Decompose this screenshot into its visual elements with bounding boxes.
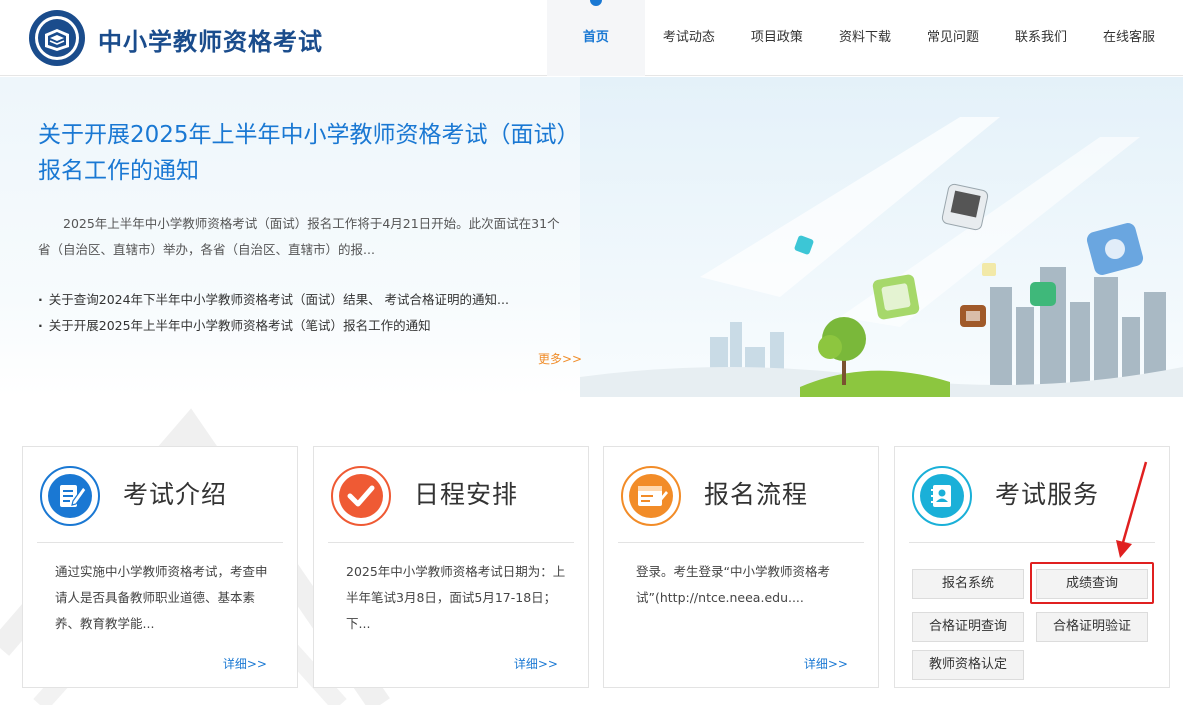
nav-policy[interactable]: 项目政策	[733, 0, 821, 76]
card-title[interactable]: 日程安排	[414, 475, 518, 511]
headline-summary: 2025年上半年中小学教师资格考试（面试）报名工作将于4月21日开始。此次面试在…	[38, 216, 560, 257]
site-title[interactable]: 中小学教师资格考试	[98, 22, 323, 57]
ntce-logo-icon[interactable]	[28, 9, 86, 67]
card-header: 考试介绍	[37, 447, 283, 543]
card-header: 日程安排	[328, 447, 574, 543]
news-banner: 关于开展2025年上半年中小学教师资格考试（面试）报名工作的通知 2025年上半…	[0, 77, 1183, 397]
site-header: 中小学教师资格考试 首页 考试动态 项目政策 资料下载 常见问题 联系我们 在线…	[0, 0, 1183, 76]
red-arrow-annotation	[1116, 461, 1148, 558]
nav-downloads[interactable]: 资料下载	[821, 0, 909, 76]
document-edit-icon	[40, 466, 100, 526]
card-title[interactable]: 考试介绍	[123, 475, 227, 511]
card-text: 通过实施中小学教师资格考试，考查申请人是否具备教师职业道德、基本素养、教育教学能…	[55, 564, 268, 631]
nav-contact[interactable]: 联系我们	[997, 0, 1085, 76]
nav-online-service[interactable]: 在线客服	[1085, 0, 1173, 76]
card-text: 登录。考生登录“中小学教师资格考试”(http://ntce.neea.edu.…	[636, 564, 830, 605]
nav-exam-news[interactable]: 考试动态	[645, 0, 733, 76]
news-item[interactable]: 关于开展2025年上半年中小学教师资格考试（笔试）报名工作的通知	[38, 313, 598, 339]
card-detail-link[interactable]: 详细>>	[223, 655, 267, 672]
more-news-link[interactable]: 更多>>	[538, 350, 582, 367]
teacher-certification-button[interactable]: 教师资格认定	[912, 650, 1024, 680]
registration-system-button[interactable]: 报名系统	[912, 569, 1024, 599]
news-list: 关于查询2024年下半年中小学教师资格考试（面试）结果、 考试合格证明的通知..…	[38, 287, 598, 339]
certificate-verify-button[interactable]: 合格证明验证	[1036, 612, 1148, 642]
card-detail-link[interactable]: 详细>>	[804, 655, 848, 672]
card-text: 2025年中小学教师资格考试日期为：上半年笔试3月8日，面试5月17-18日；下…	[346, 564, 566, 631]
checkmark-icon	[331, 466, 391, 526]
card-detail-link[interactable]: 详细>>	[514, 655, 558, 672]
contact-book-icon	[912, 466, 972, 526]
headline-link[interactable]: 关于开展2025年上半年中小学教师资格考试（面试）报名工作的通知	[38, 117, 578, 189]
certificate-query-button[interactable]: 合格证明查询	[912, 612, 1024, 642]
nav-home[interactable]: 首页	[546, 0, 645, 76]
news-item[interactable]: 关于查询2024年下半年中小学教师资格考试（面试）结果、 考试合格证明的通知..…	[38, 287, 598, 313]
main-nav: 首页 考试动态 项目政策 资料下载 常见问题 联系我们 在线客服	[546, 0, 1173, 76]
card-title[interactable]: 报名流程	[704, 475, 808, 511]
card-schedule: 日程安排 2025年中小学教师资格考试日期为：上半年笔试3月8日，面试5月17-…	[313, 446, 589, 688]
card-exam-intro: 考试介绍 通过实施中小学教师资格考试，考查申请人是否具备教师职业道德、基本素养、…	[22, 446, 298, 688]
highlight-annotation	[1030, 562, 1154, 604]
card-registration-process: 报名流程 登录。考生登录“中小学教师资格考试”(http://ntce.neea…	[603, 446, 879, 688]
nav-faq[interactable]: 常见问题	[909, 0, 997, 76]
form-icon	[621, 466, 681, 526]
card-title[interactable]: 考试服务	[995, 475, 1099, 511]
card-header: 报名流程	[618, 447, 864, 543]
city-illustration	[580, 77, 1183, 397]
